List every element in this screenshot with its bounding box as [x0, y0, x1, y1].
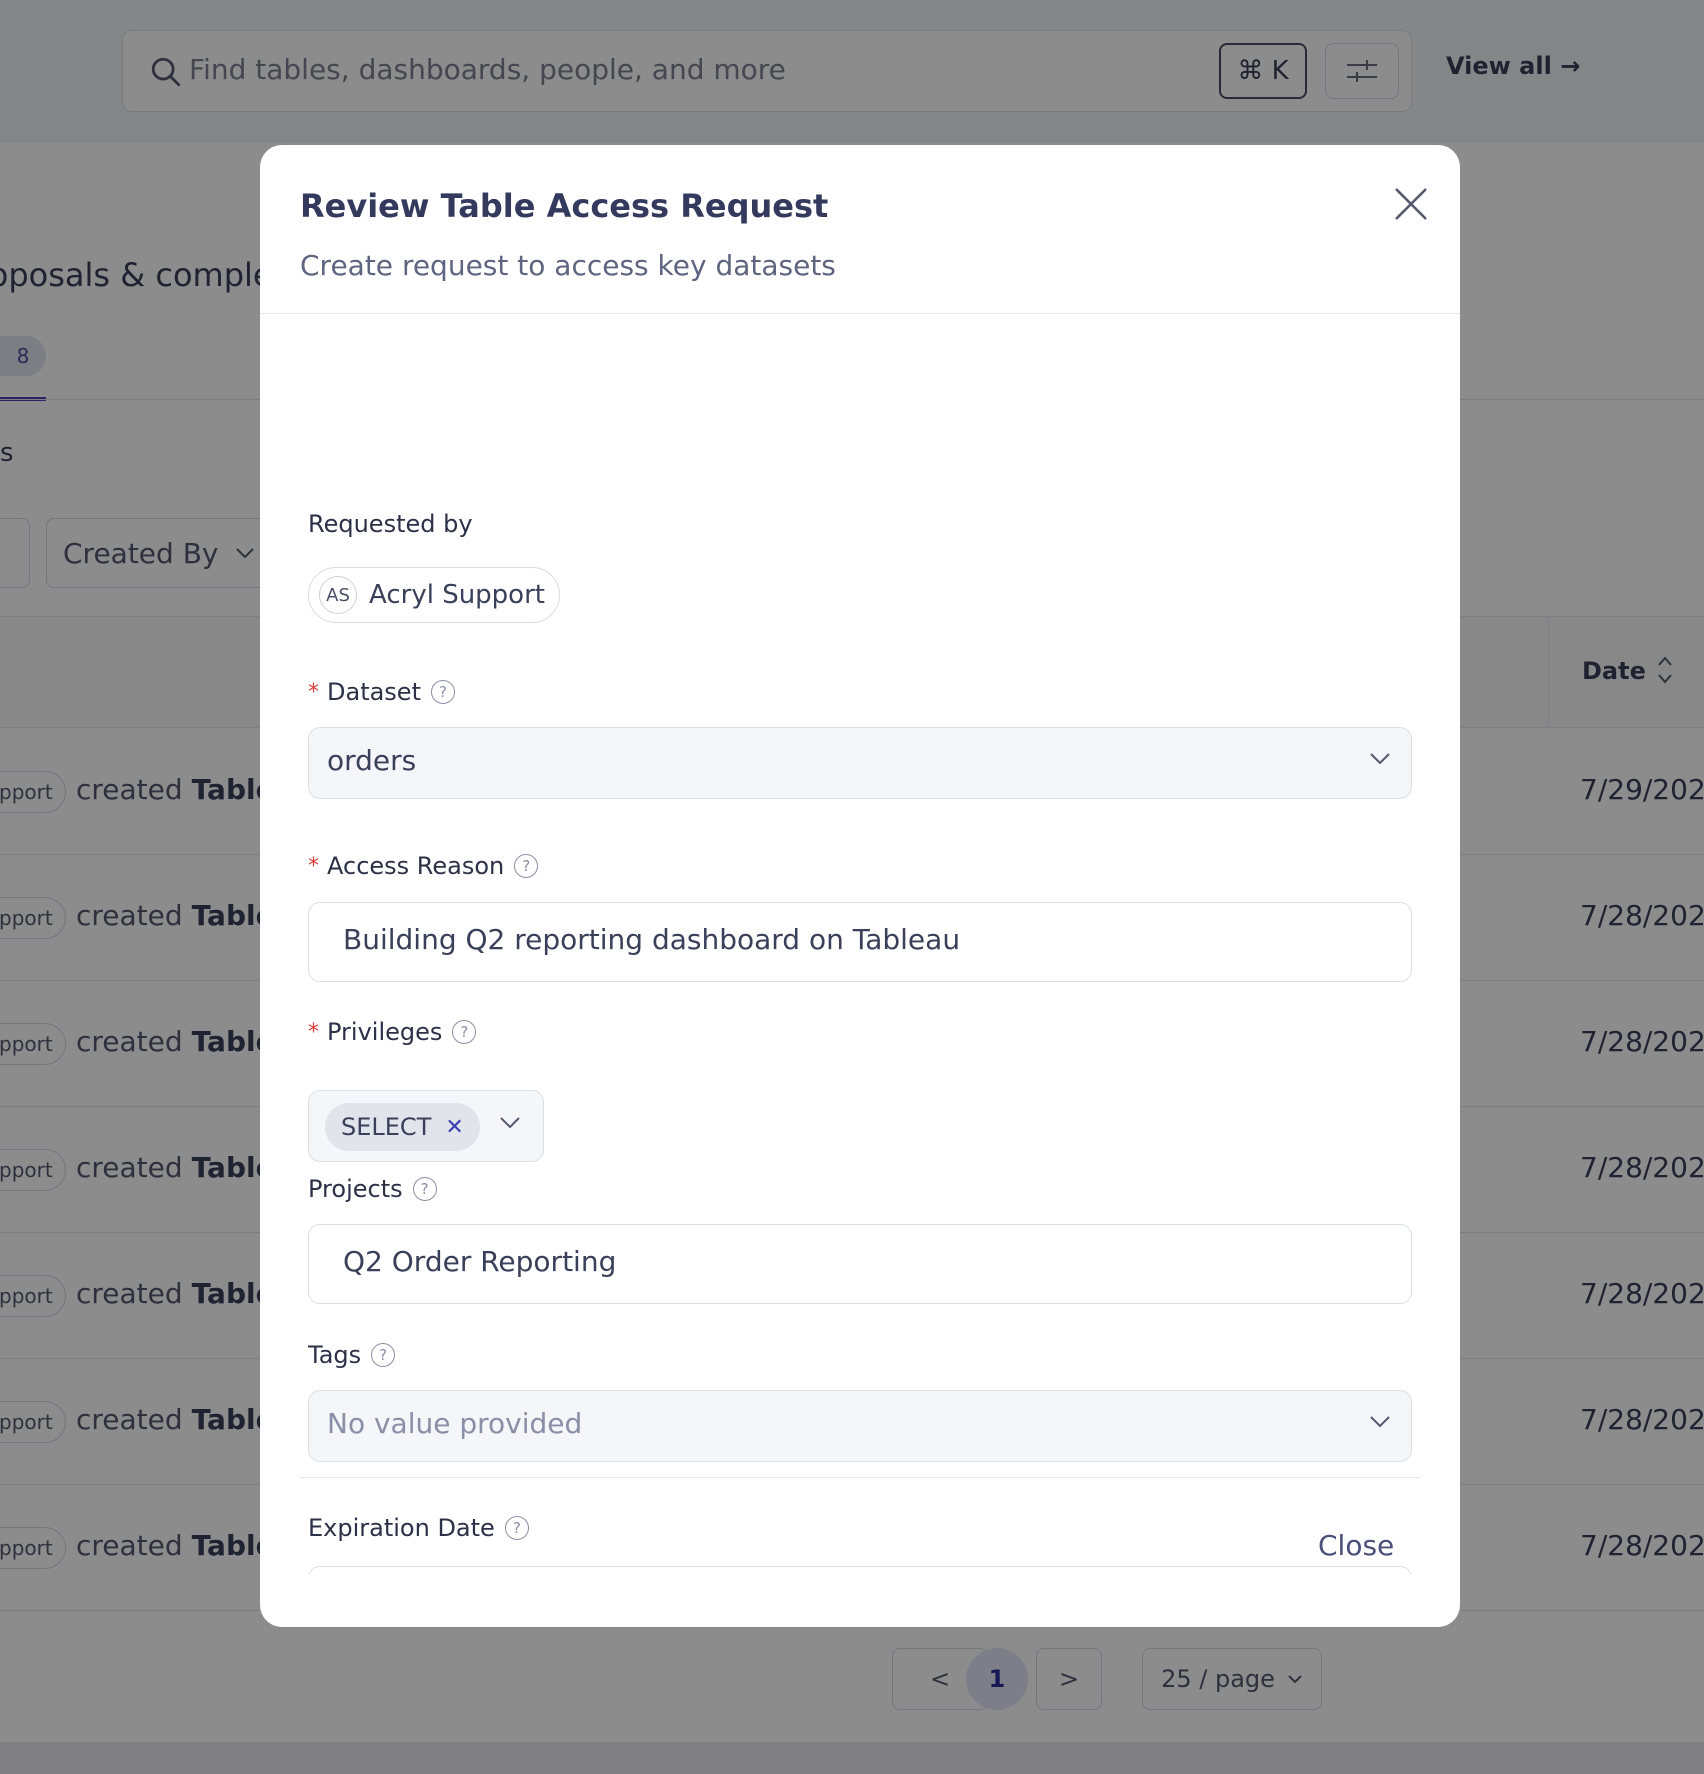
- help-icon[interactable]: ?: [371, 1343, 396, 1367]
- remove-tag-icon[interactable]: ✕: [445, 1115, 463, 1140]
- modal-subtitle: Create request to access key datasets: [300, 249, 836, 282]
- projects-input[interactable]: Q2 Order Reporting: [308, 1224, 1412, 1304]
- access-reason-input[interactable]: Building Q2 reporting dashboard on Table…: [308, 902, 1412, 982]
- chevron-down-icon: [500, 1117, 520, 1129]
- modal-footer-divider: [300, 1477, 1420, 1478]
- projects-label: Projects ?: [308, 1175, 437, 1203]
- expiration-date-label: Expiration Date ?: [308, 1514, 529, 1542]
- tags-select[interactable]: No value provided: [308, 1390, 1412, 1462]
- tags-label: Tags ?: [308, 1341, 396, 1369]
- close-icon[interactable]: [1386, 179, 1436, 229]
- requester-name: Acryl Support: [369, 580, 545, 610]
- required-marker: *: [308, 679, 319, 705]
- dataset-value: orders: [327, 744, 417, 777]
- avatar: AS: [319, 576, 357, 614]
- required-marker: *: [308, 853, 319, 879]
- modal-body: Requested by AS Acryl Support * Dataset …: [308, 314, 1418, 1574]
- privileges-select[interactable]: SELECT ✕: [308, 1090, 544, 1162]
- tags-placeholder: No value provided: [327, 1407, 583, 1440]
- access-request-modal: Review Table Access Request Create reque…: [260, 145, 1460, 1627]
- help-icon[interactable]: ?: [504, 1516, 529, 1540]
- close-button[interactable]: Close: [1318, 1529, 1394, 1562]
- requester-chip: AS Acryl Support: [308, 567, 560, 623]
- help-icon[interactable]: ?: [412, 1177, 437, 1201]
- expiration-date-input[interactable]: [308, 1566, 1412, 1574]
- privileges-label: * Privileges ?: [308, 1018, 477, 1046]
- privilege-tag: SELECT ✕: [325, 1103, 480, 1151]
- dataset-select[interactable]: orders: [308, 727, 1412, 799]
- required-marker: *: [308, 1019, 319, 1045]
- modal-title: Review Table Access Request: [300, 187, 829, 225]
- chevron-down-icon: [1370, 753, 1390, 765]
- help-icon[interactable]: ?: [430, 680, 455, 704]
- access-reason-label: * Access Reason ?: [308, 852, 539, 880]
- help-icon[interactable]: ?: [452, 1020, 477, 1044]
- chevron-down-icon: [1370, 1416, 1390, 1428]
- requested-by-label: Requested by: [308, 510, 473, 538]
- dataset-label: * Dataset ?: [308, 678, 455, 706]
- privilege-tag-label: SELECT: [341, 1113, 432, 1141]
- help-icon[interactable]: ?: [514, 854, 539, 878]
